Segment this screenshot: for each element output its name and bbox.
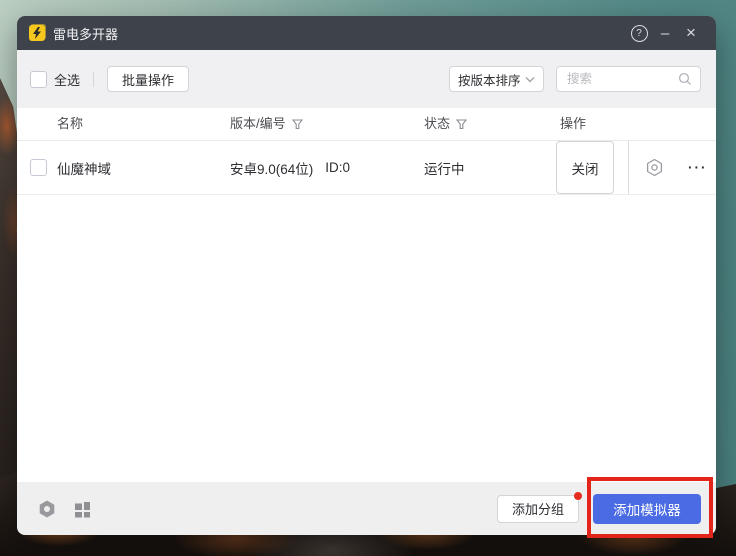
table-row[interactable]: 仙魔神域 安卓9.0(64位) ID:0 运行中 关闭 ··· xyxy=(17,141,716,195)
add-group-button[interactable]: 添加分组 xyxy=(497,495,579,523)
select-all-checkbox[interactable] xyxy=(30,71,47,88)
minimize-icon[interactable]: – xyxy=(652,25,678,42)
funnel-icon[interactable] xyxy=(456,119,467,130)
app-logo-lightning-icon xyxy=(29,25,45,41)
titlebar: 雷电多开器 ? – × xyxy=(17,16,716,50)
row-checkbox[interactable] xyxy=(30,159,47,176)
row-more-icon[interactable]: ··· xyxy=(688,141,708,194)
settings-gear-icon[interactable] xyxy=(37,499,57,519)
add-emulator-button[interactable]: 添加模拟器 xyxy=(593,494,701,524)
funnel-icon[interactable] xyxy=(292,119,303,130)
chevron-down-icon xyxy=(525,76,535,83)
row-name: 仙魔神域 xyxy=(57,141,111,194)
column-header-status[interactable]: 状态 xyxy=(424,108,467,140)
batch-operations-button[interactable]: 批量操作 xyxy=(107,66,189,92)
sort-dropdown[interactable]: 按版本排序 xyxy=(449,66,544,92)
column-header-operations: 操作 xyxy=(560,108,586,140)
add-group-label: 添加分组 xyxy=(512,499,564,518)
column-header-name: 名称 xyxy=(57,108,83,140)
multi-window-grid-icon[interactable] xyxy=(72,499,92,519)
row-close-button[interactable]: 关闭 xyxy=(556,141,614,194)
window-title: 雷电多开器 xyxy=(53,24,626,43)
column-header-version[interactable]: 版本/编号 xyxy=(230,108,303,140)
sort-dropdown-label: 按版本排序 xyxy=(458,70,525,89)
row-status-badge: 运行中 xyxy=(424,141,465,194)
search-box xyxy=(556,66,701,92)
row-version: 安卓9.0(64位) ID:0 xyxy=(230,141,350,194)
row-instance-id: ID:0 xyxy=(325,160,350,175)
select-all-label: 全选 xyxy=(54,70,80,89)
close-icon[interactable]: × xyxy=(678,23,704,43)
notification-dot xyxy=(574,492,582,500)
table-header-row: 名称 版本/编号 状态 操作 xyxy=(17,108,716,141)
help-icon[interactable]: ? xyxy=(626,25,652,42)
list-empty-area xyxy=(17,195,716,482)
app-window: 雷电多开器 ? – × 全选 批量操作 按版本排序 名称 版本/编号 xyxy=(17,16,716,533)
row-divider xyxy=(628,141,629,194)
row-settings-gear-icon[interactable] xyxy=(645,141,664,194)
toolbar-divider xyxy=(93,72,94,87)
search-input[interactable] xyxy=(565,71,678,87)
search-icon[interactable] xyxy=(678,72,692,86)
footer-bar: 添加分组 添加模拟器 xyxy=(17,482,716,535)
row-version-text: 安卓9.0(64位) xyxy=(230,158,313,178)
toolbar: 全选 批量操作 按版本排序 xyxy=(17,50,716,108)
row-checkbox-cell xyxy=(30,141,47,194)
